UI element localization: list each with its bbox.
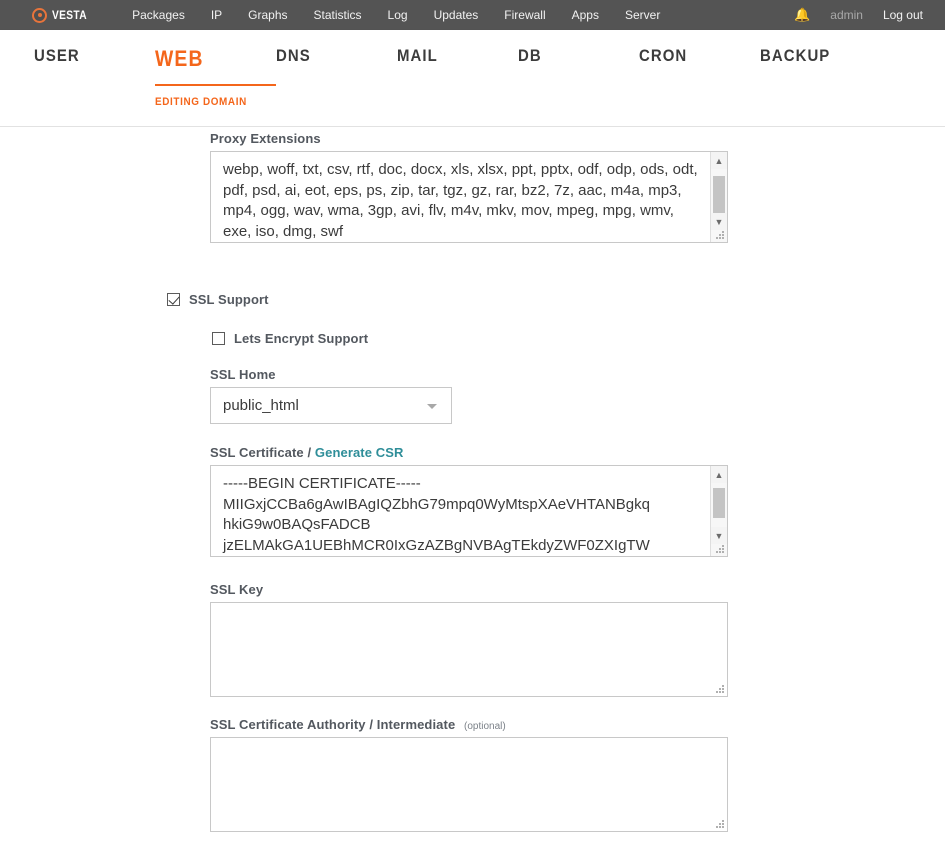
- tab-cron-label: CRON: [639, 46, 687, 66]
- tab-cron[interactable]: CRON: [639, 46, 760, 72]
- ssl-home-selected-value: public_html: [211, 397, 299, 414]
- tab-dns[interactable]: DNS: [276, 46, 397, 72]
- tab-active-underline: [155, 84, 276, 86]
- tab-dns-label: DNS: [276, 46, 311, 66]
- top-navigation-bar: VESTA Packages IP Graphs Statistics Log …: [0, 0, 945, 30]
- scrollbar-thumb[interactable]: [713, 488, 725, 518]
- ssl-key-textarea-wrap: [210, 602, 728, 697]
- proxy-extensions-label: Proxy Extensions: [210, 131, 728, 146]
- ssl-ca-optional-note: (optional): [464, 721, 506, 732]
- nav-link-updates[interactable]: Updates: [421, 0, 492, 30]
- nav-link-firewall[interactable]: Firewall: [491, 0, 558, 30]
- tab-db-label: DB: [518, 46, 542, 66]
- field-ssl-certificate-authority: SSL Certificate Authority / Intermediate…: [210, 717, 728, 832]
- ssl-certificate-label: SSL Certificate / Generate CSR: [210, 445, 728, 460]
- nav-user-admin[interactable]: admin: [820, 0, 873, 30]
- tab-web[interactable]: WEB EDITING DOMAIN: [155, 46, 276, 72]
- proxy-extensions-scrollbar[interactable]: ▲ ▼: [710, 152, 727, 242]
- ssl-ca-label: SSL Certificate Authority / Intermediate…: [210, 717, 728, 732]
- scroll-down-icon[interactable]: ▼: [711, 213, 727, 230]
- ssl-home-select[interactable]: public_html: [210, 387, 452, 424]
- bell-icon[interactable]: 🔔: [784, 0, 820, 30]
- ssl-key-input[interactable]: [210, 602, 728, 697]
- field-ssl-key: SSL Key: [210, 582, 728, 697]
- lets-encrypt-label: Lets Encrypt Support: [234, 331, 368, 346]
- scroll-up-icon[interactable]: ▲: [711, 152, 727, 169]
- ssl-ca-input[interactable]: [210, 737, 728, 832]
- ssl-certificate-input[interactable]: [210, 465, 728, 557]
- lets-encrypt-checkbox[interactable]: [212, 332, 225, 345]
- nav-link-ip[interactable]: IP: [198, 0, 235, 30]
- vesta-ring-logo-icon: [32, 8, 47, 23]
- nav-link-apps[interactable]: Apps: [559, 0, 612, 30]
- scroll-up-icon[interactable]: ▲: [711, 466, 727, 483]
- ssl-ca-label-text: SSL Certificate Authority / Intermediate: [210, 717, 455, 732]
- nav-link-log[interactable]: Log: [375, 0, 421, 30]
- ssl-certificate-label-text: SSL Certificate: [210, 445, 304, 460]
- lets-encrypt-checkbox-row[interactable]: Lets Encrypt Support: [212, 331, 368, 346]
- tab-mail-label: MAIL: [397, 46, 438, 66]
- nav-logout-button[interactable]: Log out: [873, 0, 935, 30]
- vesta-logo[interactable]: VESTA: [32, 8, 93, 23]
- proxy-extensions-input[interactable]: [210, 151, 728, 243]
- generate-csr-link[interactable]: Generate CSR: [315, 445, 404, 460]
- tab-user-label: USER: [34, 46, 80, 66]
- nav-right-group: 🔔 admin Log out: [784, 0, 935, 30]
- tab-web-label: WEB: [155, 46, 204, 72]
- field-proxy-extensions: Proxy Extensions ▲ ▼: [210, 131, 728, 243]
- proxy-extensions-textarea-wrap: ▲ ▼: [210, 151, 728, 243]
- ssl-key-label: SSL Key: [210, 582, 728, 597]
- ssl-home-label: SSL Home: [210, 367, 452, 382]
- ssl-certificate-textarea-wrap: ▲ ▼: [210, 465, 728, 557]
- ssl-support-checkbox-row[interactable]: SSL Support: [167, 292, 269, 307]
- tab-backup-label: BACKUP: [760, 46, 830, 66]
- scroll-down-icon[interactable]: ▼: [711, 527, 727, 544]
- field-ssl-certificate: SSL Certificate / Generate CSR ▲ ▼: [210, 445, 728, 557]
- tab-mail[interactable]: MAIL: [397, 46, 518, 72]
- chevron-down-icon: [427, 404, 437, 409]
- ssl-certificate-scrollbar[interactable]: ▲ ▼: [710, 466, 727, 556]
- label-separator: /: [307, 445, 311, 460]
- ssl-support-label: SSL Support: [189, 292, 269, 307]
- tab-web-subtitle: EDITING DOMAIN: [155, 96, 247, 108]
- main-tab-bar: USER WEB EDITING DOMAIN DNS MAIL DB CRON…: [0, 30, 945, 127]
- nav-link-packages[interactable]: Packages: [119, 0, 198, 30]
- edit-domain-form: Proxy Extensions ▲ ▼ SSL Support Lets En…: [0, 127, 945, 859]
- nav-link-graphs[interactable]: Graphs: [235, 0, 300, 30]
- ssl-support-checkbox[interactable]: [167, 293, 180, 306]
- nav-link-statistics[interactable]: Statistics: [301, 0, 375, 30]
- ssl-ca-textarea-wrap: [210, 737, 728, 832]
- tab-user[interactable]: USER: [34, 46, 155, 72]
- tab-db[interactable]: DB: [518, 46, 639, 72]
- tab-backup[interactable]: BACKUP: [760, 46, 881, 72]
- brand-label: VESTA: [52, 8, 87, 22]
- nav-link-server[interactable]: Server: [612, 0, 673, 30]
- field-ssl-home: SSL Home public_html: [210, 367, 452, 424]
